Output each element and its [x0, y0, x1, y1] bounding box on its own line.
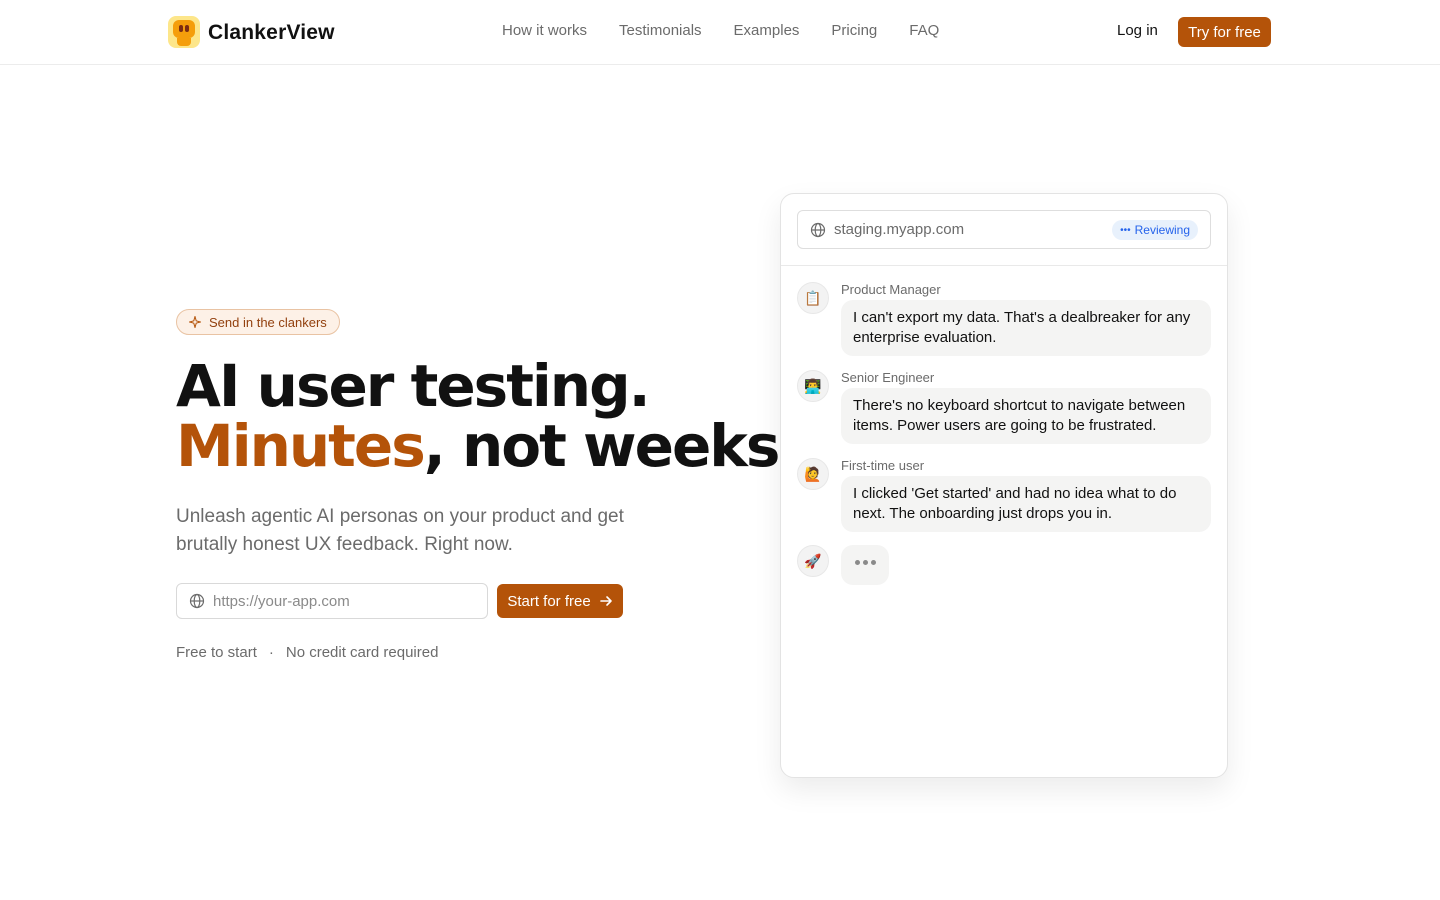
- nav-how-it-works[interactable]: How it works: [502, 22, 587, 39]
- hero-subhead: Unleash agentic AI personas on your prod…: [176, 506, 624, 555]
- status-badge: ••• Reviewing: [1112, 220, 1198, 240]
- perk-separator: ·: [268, 644, 274, 661]
- feedback-preview-panel: staging.myapp.com ••• Reviewing 📋 Produc…: [780, 193, 1228, 778]
- start-for-free-button[interactable]: Start for free: [497, 584, 623, 618]
- nav-examples[interactable]: Examples: [734, 22, 800, 39]
- globe-icon: [810, 222, 826, 237]
- perk-free: Free to start: [176, 644, 257, 661]
- url-field: [176, 583, 488, 619]
- arrow-right-icon: [599, 596, 612, 606]
- start-button-label: Start for free: [507, 592, 591, 610]
- perk-no-card: No credit card required: [285, 644, 439, 661]
- feedback-bubble: I clicked 'Get started' and had no idea …: [841, 476, 1211, 532]
- technologist-icon: 👨‍💻: [797, 370, 829, 402]
- nav-testimonials[interactable]: Testimonials: [619, 22, 702, 39]
- ellipsis-icon: •••: [1120, 224, 1131, 236]
- headline-rest: , not weeks.: [423, 412, 801, 480]
- hero-badge: Send in the clankers: [176, 309, 340, 335]
- rocket-icon: 🚀: [797, 545, 829, 577]
- feedback-bubble: I can't export my data. That's a dealbre…: [841, 300, 1211, 356]
- typing-indicator: [841, 545, 889, 585]
- login-link[interactable]: Log in: [1117, 22, 1158, 39]
- status-label: Reviewing: [1134, 223, 1190, 237]
- headline-accent: Minutes: [176, 412, 426, 480]
- main-nav: How it works Testimonials Examples Prici…: [502, 22, 939, 39]
- try-for-free-button[interactable]: Try for free: [1178, 17, 1271, 47]
- globe-icon: [189, 593, 205, 609]
- address-bar: staging.myapp.com ••• Reviewing: [797, 210, 1211, 249]
- persona-role: First-time user: [841, 458, 925, 473]
- url-input[interactable]: [213, 592, 463, 610]
- nav-faq[interactable]: FAQ: [909, 22, 939, 39]
- brand-name: ClankerView: [208, 21, 335, 44]
- persona-role: Senior Engineer: [841, 370, 935, 385]
- feedback-bubble: There's no keyboard shortcut to navigate…: [841, 388, 1211, 444]
- site-header: ClankerView How it works Testimonials Ex…: [0, 0, 1440, 65]
- brand-logo[interactable]: ClankerView: [168, 16, 335, 48]
- robot-logo-icon: [168, 16, 200, 48]
- clipboard-icon: 📋: [797, 282, 829, 314]
- persona-role: Product Manager: [841, 282, 941, 297]
- nav-pricing[interactable]: Pricing: [831, 22, 877, 39]
- sparkle-icon: [189, 316, 201, 328]
- badge-label: Send in the clankers: [209, 314, 327, 330]
- person-raising-hand-icon: 🙋: [797, 458, 829, 490]
- panel-toolbar: staging.myapp.com ••• Reviewing: [781, 194, 1227, 266]
- hero-headline: AI user testing. Minutes, not weeks.: [176, 356, 800, 476]
- headline-line-1: AI user testing.: [176, 352, 651, 420]
- address-text: staging.myapp.com: [834, 221, 965, 238]
- hero-perks: Free to start · No credit card required: [176, 644, 438, 661]
